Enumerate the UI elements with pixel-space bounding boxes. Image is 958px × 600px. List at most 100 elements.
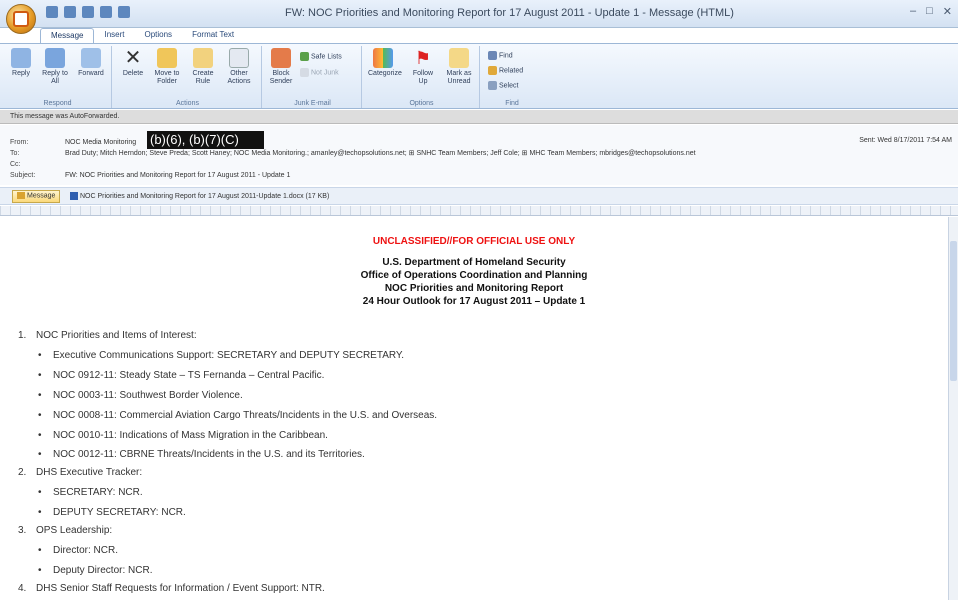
- mark-unread-button[interactable]: Mark as Unread: [444, 48, 474, 86]
- delete-button[interactable]: ✕ Delete: [118, 48, 148, 78]
- list-item: 4. DHS Senior Staff Requests for Informat…: [18, 583, 325, 594]
- from-value[interactable]: NOC Media Monitoring: [65, 139, 136, 146]
- tab-insert[interactable]: Insert: [94, 28, 134, 43]
- to-value[interactable]: Brad Duty; Mitch Herndon; Steve Preda; S…: [65, 150, 696, 157]
- sub-item-text: NOC 0010-11: Indications of Mass Migrati…: [53, 430, 328, 441]
- item-text: OPS Leadership:: [36, 525, 113, 536]
- sub-item-text: SECRETARY: NCR.: [53, 487, 143, 498]
- cc-label: Cc:: [10, 161, 21, 168]
- window-controls: – □ ✕: [910, 5, 952, 18]
- reply-all-button[interactable]: Reply to All: [40, 48, 70, 86]
- block-sender-label: Block Sender: [269, 70, 293, 85]
- create-rule-button[interactable]: Create Rule: [188, 48, 218, 86]
- message-tab-button[interactable]: Message: [12, 190, 61, 203]
- actions-group-label: Actions: [176, 100, 199, 107]
- reply-button[interactable]: Reply: [6, 48, 36, 78]
- previous-item-icon[interactable]: [100, 6, 112, 18]
- from-row: From: NOC Media Monitoring: [10, 139, 136, 149]
- scrollbar-thumb[interactable]: [950, 241, 957, 381]
- not-junk-label: Not Junk: [311, 69, 339, 77]
- document-body: UNCLASSIFIED//FOR OFFICIAL USE ONLY U.S.…: [0, 217, 948, 600]
- other-actions-icon: [229, 48, 249, 68]
- message-tab-label: Message: [27, 192, 56, 200]
- word-document-icon: [70, 192, 78, 200]
- save-icon[interactable]: [46, 6, 58, 18]
- sub-item-text: Director: NCR.: [53, 545, 119, 556]
- redaction-box: (b)(6), (b)(7)(C): [147, 131, 264, 149]
- next-item-icon[interactable]: [118, 6, 130, 18]
- select-icon: [488, 81, 497, 90]
- sub-item-text: NOC 0008-11: Commercial Aviation Cargo T…: [53, 410, 438, 421]
- to-label: To:: [10, 150, 20, 157]
- sub-item: • NOC 0003-11: Southwest Border Violence.: [38, 390, 243, 401]
- sub-item-text: Executive Communications Support: SECRET…: [53, 350, 405, 361]
- title-bar: FW: NOC Priorities and Monitoring Report…: [0, 0, 958, 28]
- sub-item-text: NOC 0912-11: Steady State – TS Fernanda …: [53, 370, 325, 381]
- close-icon[interactable]: ✕: [943, 5, 952, 18]
- sub-item-text: Deputy Director: NCR.: [53, 565, 153, 576]
- doc-title-line-1: U.S. Department of Homeland Security: [382, 257, 566, 268]
- junk-group: Block Sender Safe Lists Not Junk Junk E-…: [264, 46, 362, 108]
- safe-lists-button[interactable]: Safe Lists: [300, 52, 342, 61]
- to-row: To: Brad Duty; Mitch Herndon; Steve Preda…: [10, 149, 696, 159]
- create-rule-label: Create Rule: [192, 70, 214, 85]
- list-item: 2. DHS Executive Tracker:: [18, 467, 142, 478]
- forward-button[interactable]: Forward: [76, 48, 106, 78]
- office-logo-icon: [13, 11, 29, 27]
- safe-lists-icon: [300, 52, 309, 61]
- sub-item: • DEPUTY SECRETARY: NCR.: [38, 507, 186, 518]
- doc-title-line-4: 24 Hour Outlook for 17 August 2011 – Upd…: [362, 296, 586, 307]
- find-button[interactable]: Find: [488, 51, 513, 60]
- list-item: 1. NOC Priorities and Items of Interest:: [18, 330, 197, 341]
- sub-item: • Director: NCR.: [38, 545, 119, 556]
- not-junk-button[interactable]: Not Junk: [300, 68, 339, 77]
- undo-icon[interactable]: [64, 6, 76, 18]
- message-headers: From: NOC Media Monitoring To: Brad Duty; …: [0, 125, 958, 185]
- block-sender-icon: [271, 48, 291, 68]
- item-number: 3.: [18, 525, 27, 536]
- forward-label: Forward: [78, 70, 104, 77]
- sub-item-text: DEPUTY SECRETARY: NCR.: [53, 507, 186, 518]
- maximize-icon[interactable]: □: [926, 5, 933, 18]
- related-button[interactable]: Related: [488, 66, 523, 75]
- envelope-icon: [17, 192, 25, 199]
- ribbon-tabs: Message Insert Options Format Text: [40, 28, 244, 43]
- follow-up-button[interactable]: ⚑ Follow Up: [408, 48, 438, 86]
- other-actions-button[interactable]: Other Actions: [224, 48, 254, 86]
- junk-group-label: Junk E-mail: [294, 100, 331, 107]
- find-group-label: Find: [505, 100, 519, 107]
- safe-lists-label: Safe Lists: [311, 53, 342, 61]
- reply-all-icon: [45, 48, 65, 68]
- minimize-icon[interactable]: –: [910, 5, 916, 18]
- list-item: 3. OPS Leadership:: [18, 525, 112, 536]
- vertical-scrollbar[interactable]: [948, 217, 958, 600]
- options-group-label: Options: [409, 100, 434, 107]
- categorize-label: Categorize: [368, 70, 402, 77]
- follow-up-label: Follow Up: [412, 70, 434, 85]
- office-button[interactable]: [6, 4, 36, 34]
- redo-icon[interactable]: [82, 6, 94, 18]
- item-number: 4.: [18, 583, 27, 594]
- sent-date: Sent: Wed 8/17/2011 7:54 AM: [859, 137, 952, 144]
- ribbon: Reply Reply to All Forward Respond ✕ Del…: [0, 43, 958, 109]
- move-to-folder-button[interactable]: Move to Folder: [152, 48, 182, 86]
- tab-message[interactable]: Message: [40, 28, 95, 43]
- sub-item: • NOC 0008-11: Commercial Aviation Cargo …: [38, 410, 438, 421]
- tab-options[interactable]: Options: [134, 28, 182, 43]
- reply-all-label: Reply to All: [42, 70, 68, 85]
- sub-item: • SECRETARY: NCR.: [38, 487, 143, 498]
- block-sender-button[interactable]: Block Sender: [266, 48, 296, 86]
- forward-icon: [81, 48, 101, 68]
- reply-icon: [11, 48, 31, 68]
- sub-item-text: NOC 0003-11: Southwest Border Violence.: [53, 390, 243, 401]
- cc-row: Cc:: [10, 161, 65, 171]
- attachment-file[interactable]: NOC Priorities and Monitoring Report for…: [70, 192, 329, 200]
- window-title: FW: NOC Priorities and Monitoring Report…: [285, 7, 734, 19]
- doc-title-line-3: NOC Priorities and Monitoring Report: [384, 283, 564, 294]
- categorize-button[interactable]: Categorize: [368, 48, 402, 78]
- item-text: NOC Priorities and Items of Interest:: [36, 330, 197, 341]
- item-text: DHS Executive Tracker:: [36, 467, 143, 478]
- item-number: 1.: [18, 330, 27, 341]
- select-button[interactable]: Select: [488, 81, 518, 90]
- tab-format-text[interactable]: Format Text: [182, 28, 244, 43]
